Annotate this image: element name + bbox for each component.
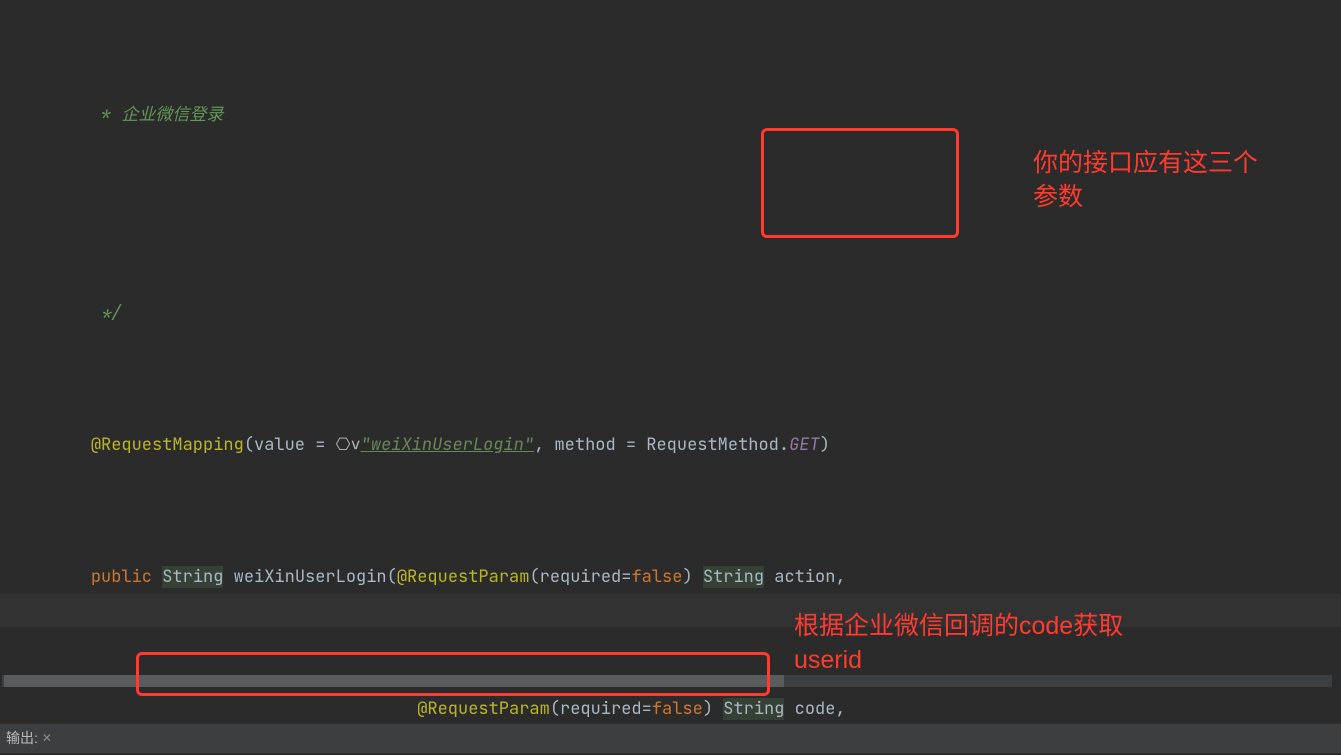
code-editor[interactable]: * 企业微信登录 */ @RequestMapping(value = ⎔∨"w… <box>0 0 1341 720</box>
annotation-box-userid <box>136 652 770 696</box>
annotation-requestmapping: @RequestMapping <box>91 434 244 456</box>
output-tab[interactable]: 输出: ✕ <box>4 728 56 750</box>
annotation-box-params <box>761 128 959 238</box>
tool-window-bar[interactable]: 输出: ✕ <box>0 723 1341 753</box>
output-tab-label: 输出: <box>6 722 38 755</box>
close-icon[interactable]: ✕ <box>40 722 54 755</box>
web-icon[interactable]: ⎔∨ <box>336 434 361 456</box>
code-area[interactable]: * 企业微信登录 */ @RequestMapping(value = ⎔∨"w… <box>0 0 1341 720</box>
code-line[interactable]: * 企业微信登录 <box>0 99 1341 132</box>
code-line[interactable]: public String weiXinUserLogin(@RequestPa… <box>0 561 1341 594</box>
code-line[interactable]: @RequestParam(required=false) String cod… <box>0 693 1341 720</box>
annotation-text-params: 你的接口应有这三个 参数 <box>1033 146 1258 214</box>
code-line[interactable]: @RequestMapping(value = ⎔∨"weiXinUserLog… <box>0 429 1341 462</box>
mapping-url[interactable]: "weiXinUserLogin" <box>361 434 534 456</box>
code-line[interactable]: */ <box>0 297 1341 330</box>
annotation-text-userid: 根据企业微信回调的code获取 userid <box>794 609 1123 677</box>
